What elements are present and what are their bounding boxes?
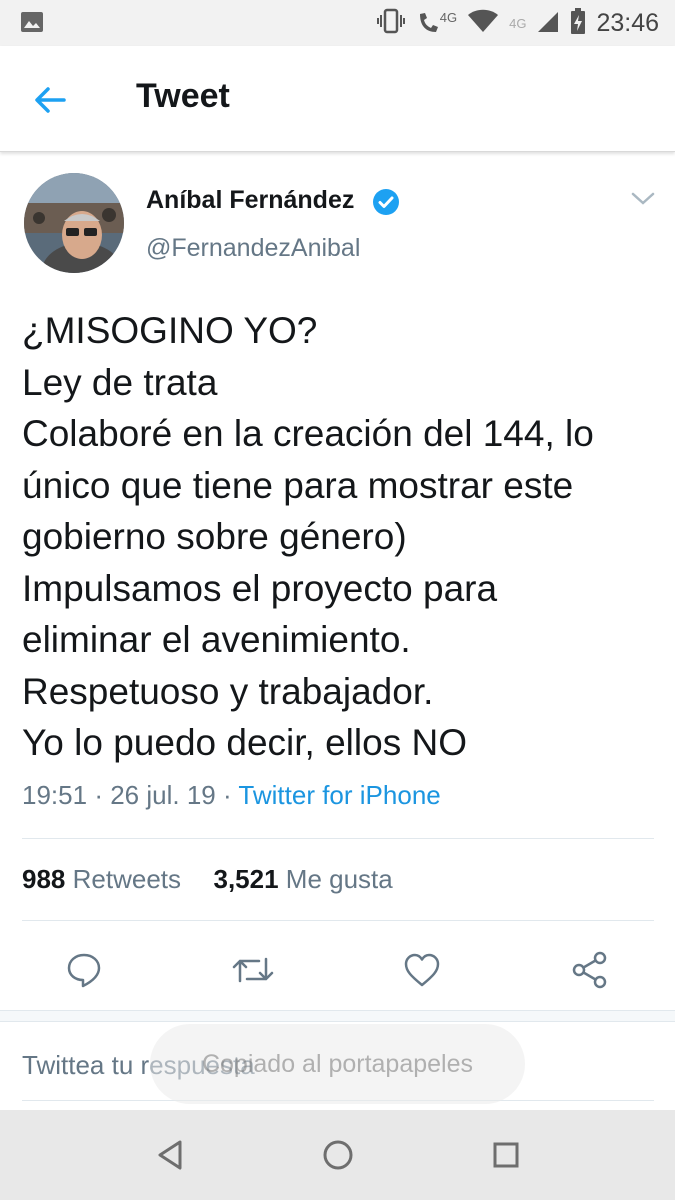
author-name[interactable]: Aníbal Fernández [146, 186, 354, 215]
retweets-count: 988 [22, 864, 66, 894]
divider [22, 838, 654, 839]
share-icon [572, 951, 607, 989]
avatar[interactable] [24, 173, 124, 273]
vibrate-icon [376, 7, 406, 40]
nav-recents-button[interactable] [484, 1133, 528, 1177]
tweet-line: eliminar el avenimiento. [22, 619, 411, 660]
page-title: Tweet [136, 77, 230, 115]
reply-button[interactable] [54, 940, 114, 1000]
arrow-left-icon [35, 87, 66, 113]
tweet-stats: 988 Retweets 3,521 Me gusta [22, 864, 393, 895]
verified-badge-icon [372, 188, 400, 221]
app-header: Tweet [0, 46, 675, 152]
share-button[interactable] [560, 940, 620, 1000]
likes-count: 3,521 [213, 864, 279, 894]
battery-charging-icon [570, 7, 586, 40]
square-recents-icon [493, 1142, 519, 1168]
reply-icon [67, 953, 101, 988]
tweet-line: gobierno sobre género) [22, 516, 407, 557]
wifi-icon [467, 9, 499, 38]
author-handle[interactable]: @FernandezAnibal [146, 234, 360, 263]
network-label-secondary: 4G [509, 15, 527, 31]
section-separator [0, 1010, 675, 1022]
like-icon [404, 953, 440, 987]
circle-home-icon [323, 1140, 353, 1170]
tweet-line: único que tiene para mostrar este [22, 464, 574, 506]
tweet-line: ¿MISOGINO YO? [22, 310, 318, 351]
signal-icon [536, 9, 560, 38]
tweet-meta: 19:51 · 26 jul. 19 · Twitter for iPhone [22, 780, 441, 811]
tweet-actions [0, 940, 675, 1000]
retweets-stat[interactable]: 988 Retweets [22, 864, 188, 894]
like-button[interactable] [392, 940, 452, 1000]
nav-home-button[interactable] [316, 1133, 360, 1177]
retweet-button[interactable] [223, 940, 283, 1000]
likes-label: Me gusta [285, 864, 393, 894]
tweet-line: Impulsamos el proyecto para [22, 567, 498, 609]
tweet-line: Colaboré en la creación del 144, lo [22, 413, 594, 454]
tweet-line: Ley de trata [22, 361, 218, 403]
chevron-down-icon[interactable] [630, 190, 656, 213]
tweet-time: 19:51 [22, 780, 88, 810]
divider [22, 920, 654, 921]
likes-stat[interactable]: 3,521 Me gusta [213, 864, 392, 894]
back-button[interactable] [30, 80, 70, 120]
tweet-source-link[interactable]: Twitter for iPhone [238, 780, 440, 810]
image-icon [20, 11, 44, 38]
tweet-line: Respetuoso y trabajador. [22, 670, 434, 712]
call-icon: 4G [416, 10, 457, 36]
status-bar: 4G 4G 23:46 [0, 0, 675, 46]
retweet-icon [232, 957, 274, 983]
triangle-back-icon [158, 1140, 182, 1170]
android-nav-bar [0, 1110, 675, 1200]
tweet-line: Yo lo puedo decir, ellos NO [22, 722, 467, 763]
status-time: 23:46 [596, 8, 659, 37]
network-label: 4G [439, 10, 458, 25]
meta-separator: · [94, 780, 103, 810]
tweet-text: ¿MISOGINO YO? Ley de trata Colaboré en l… [22, 305, 662, 769]
meta-separator: · [222, 780, 232, 810]
tweet-date: 26 jul. 19 [110, 780, 216, 810]
retweets-label: Retweets [72, 864, 182, 894]
clipboard-toast: Copiado al portapapeles [150, 1024, 525, 1104]
nav-back-button[interactable] [148, 1133, 192, 1177]
